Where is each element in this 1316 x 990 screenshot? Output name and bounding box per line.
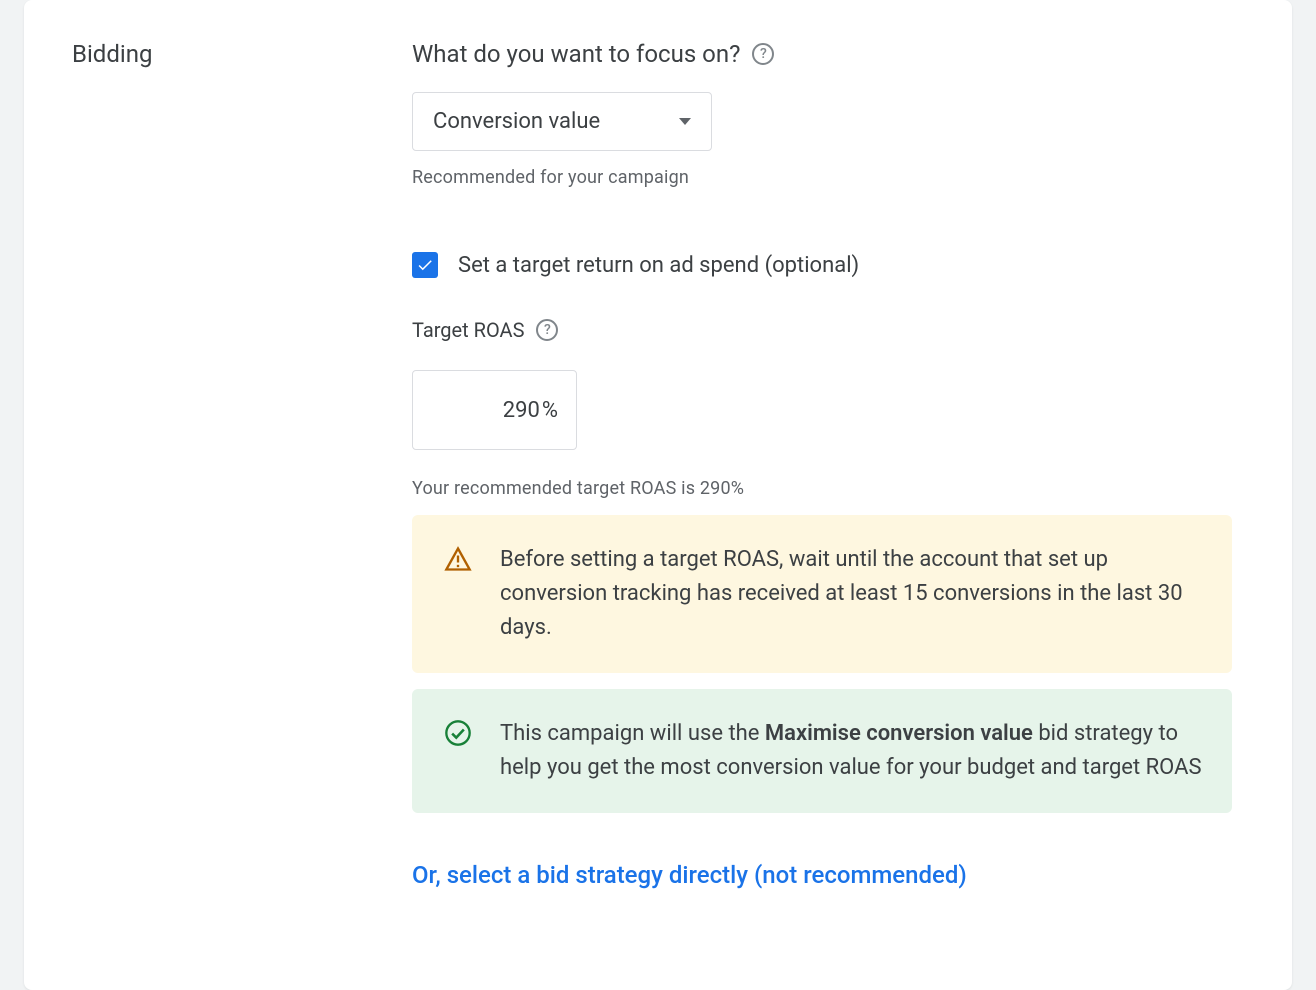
help-icon[interactable]: ? <box>536 319 558 341</box>
target-roas-value: 290 <box>503 398 540 423</box>
focus-recommended-text: Recommended for your campaign <box>412 167 1232 188</box>
target-roas-input-value: 290% <box>431 398 558 423</box>
focus-question-text: What do you want to focus on? <box>412 40 740 68</box>
success-alert-pre: This campaign will use the <box>500 721 765 746</box>
warning-alert-text: Before setting a target ROAS, wait until… <box>500 543 1204 645</box>
target-roas-label: Target ROAS <box>412 318 524 342</box>
success-alert-text: This campaign will use the Maximise conv… <box>500 717 1204 785</box>
focus-question-row: What do you want to focus on? ? <box>412 40 1232 68</box>
select-bid-strategy-link[interactable]: Or, select a bid strategy directly (not … <box>412 861 967 889</box>
focus-dropdown[interactable]: Conversion value <box>412 92 712 151</box>
section-title: Bidding <box>72 40 372 68</box>
target-roas-recommended-text: Your recommended target ROAS is 290% <box>412 478 1232 499</box>
bidding-card: Bidding What do you want to focus on? ? … <box>24 0 1292 990</box>
target-roas-checkbox-label: Set a target return on ad spend (optiona… <box>458 253 859 278</box>
success-alert-bold: Maximise conversion value <box>765 721 1033 746</box>
check-icon <box>416 256 434 274</box>
warning-triangle-icon <box>444 545 472 573</box>
left-column: Bidding <box>72 40 372 950</box>
right-column: What do you want to focus on? ? Conversi… <box>412 40 1232 950</box>
warning-alert: Before setting a target ROAS, wait until… <box>412 515 1232 673</box>
focus-dropdown-value: Conversion value <box>433 109 600 134</box>
target-roas-input[interactable]: 290% <box>412 370 577 450</box>
target-roas-label-row: Target ROAS ? <box>412 318 1232 342</box>
target-roas-checkbox[interactable] <box>412 252 438 278</box>
help-icon[interactable]: ? <box>752 43 774 65</box>
target-roas-checkbox-row: Set a target return on ad spend (optiona… <box>412 252 1232 278</box>
target-roas-unit: % <box>542 398 558 423</box>
success-alert: This campaign will use the Maximise conv… <box>412 689 1232 813</box>
check-circle-icon <box>444 719 472 747</box>
chevron-down-icon <box>679 118 691 125</box>
